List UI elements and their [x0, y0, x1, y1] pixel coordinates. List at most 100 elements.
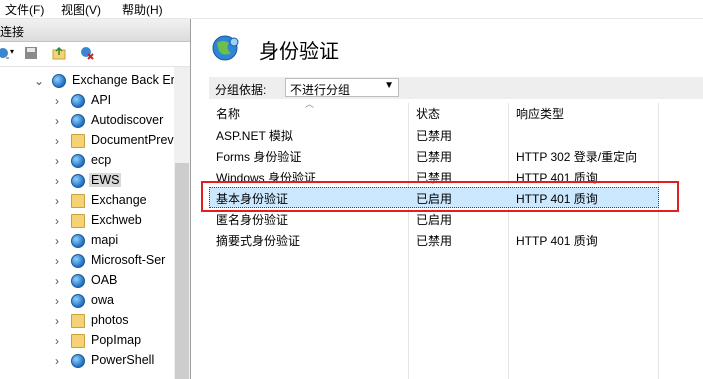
folder-icon	[71, 334, 85, 348]
tree-scrollbar[interactable]	[174, 67, 190, 379]
tree-item-label: Microsoft-Ser	[91, 253, 166, 267]
tree-item-owa[interactable]: › owa	[0, 291, 174, 311]
dropdown-caret-icon: ▼	[384, 80, 394, 91]
folder-icon	[71, 134, 85, 148]
expand-chevron-icon[interactable]: ›	[51, 334, 63, 348]
tree-item-powershell[interactable]: › PowerShell	[0, 351, 174, 371]
tree-item-photos[interactable]: › photos	[0, 311, 174, 331]
connections-header: 连接	[0, 19, 190, 42]
folder-icon	[71, 314, 85, 328]
expand-chevron-icon[interactable]: ›	[51, 94, 63, 108]
menu-view[interactable]: 视图(V)	[61, 1, 101, 18]
tree-item-exchweb[interactable]: › Exchweb	[0, 211, 174, 231]
menu-file[interactable]: 文件(F)	[5, 1, 44, 18]
column-header-name[interactable]: 名称	[216, 105, 240, 122]
globe-icon	[71, 234, 85, 248]
tree-item-api[interactable]: › API	[0, 91, 174, 111]
connections-title: 连接	[0, 25, 25, 39]
globe-icon	[71, 154, 85, 168]
tree-item-ews[interactable]: › EWS	[0, 171, 174, 191]
connections-pane: 连接 ▾ ⌄ Exchange Back Er › API › Autodisc…	[0, 19, 191, 379]
tree-item-microsoft-server[interactable]: › Microsoft-Ser	[0, 251, 174, 271]
globe-icon	[71, 274, 85, 288]
tree-item-label: API	[91, 93, 112, 107]
globe-icon	[71, 174, 85, 188]
tree-item-label: Exchange	[91, 193, 147, 207]
globe-icon	[71, 294, 85, 308]
group-by-dropdown[interactable]: 不进行分组 ▼	[285, 78, 399, 97]
connect-icon[interactable]	[0, 46, 10, 60]
tree-item-root[interactable]: ⌄ Exchange Back Er	[0, 71, 175, 91]
tree-item-label: Exchange Back Er	[72, 73, 175, 87]
column-header-response[interactable]: 响应类型	[516, 105, 564, 122]
tree-item-label: ecp	[91, 153, 112, 167]
sort-ascending-icon: ︿	[305, 99, 315, 109]
cell-status: 已禁用	[416, 129, 453, 143]
highlight-annotation-box	[201, 181, 679, 212]
table-row[interactable]: Forms 身份验证 已禁用 HTTP 302 登录/重定向	[209, 145, 659, 166]
expand-chevron-icon[interactable]: ›	[51, 134, 63, 148]
table-row[interactable]: ASP.NET 模拟 已禁用	[209, 124, 659, 145]
expand-chevron-icon[interactable]: ›	[51, 174, 63, 188]
disconnect-icon[interactable]	[80, 46, 94, 60]
cell-name: ASP.NET 模拟	[216, 129, 293, 143]
cell-name: 摘要式身份验证	[216, 234, 301, 248]
connect-dropdown-icon[interactable]: ▾	[10, 47, 14, 56]
group-by-bar: 分组依据: 不进行分组 ▼	[209, 77, 703, 99]
collapse-chevron-icon[interactable]: ⌄	[33, 74, 45, 88]
expand-chevron-icon[interactable]: ›	[51, 194, 63, 208]
globe-icon	[71, 354, 85, 368]
column-header-status[interactable]: 状态	[416, 105, 440, 122]
globe-icon	[71, 254, 85, 268]
tree-item-mapi[interactable]: › mapi	[0, 231, 174, 251]
expand-chevron-icon[interactable]: ›	[51, 154, 63, 168]
connections-toolbar: ▾	[0, 42, 190, 67]
tree-item-popimap[interactable]: › PopImap	[0, 331, 174, 351]
globe-icon	[71, 114, 85, 128]
menu-help[interactable]: 帮助(H)	[122, 1, 163, 18]
tree-item-label: EWS	[89, 173, 122, 187]
cell-response: HTTP 401 质询	[516, 234, 598, 248]
up-folder-icon[interactable]	[52, 46, 66, 60]
group-by-label: 分组依据:	[215, 83, 267, 97]
tree-item-label: owa	[91, 293, 114, 307]
authentication-globe-icon	[211, 33, 241, 63]
expand-chevron-icon[interactable]: ›	[51, 114, 63, 128]
table-row[interactable]: 摘要式身份验证 已禁用 HTTP 401 质询	[209, 229, 659, 250]
tree-item-label: DocumentPrev	[91, 133, 174, 147]
tree-item-label: PowerShell	[91, 353, 155, 367]
cell-status: 已禁用	[416, 234, 453, 248]
folder-icon	[71, 214, 85, 228]
cell-name: Forms 身份验证	[216, 150, 302, 164]
tree-item-label: Autodiscover	[91, 113, 164, 127]
tree-item-ecp[interactable]: › ecp	[0, 151, 174, 171]
cell-response: HTTP 302 登录/重定向	[516, 150, 638, 164]
tree-item-oab[interactable]: › OAB	[0, 271, 174, 291]
expand-chevron-icon[interactable]: ›	[51, 214, 63, 228]
tree-item-autodiscover[interactable]: › Autodiscover	[0, 111, 174, 131]
tree-item-label: photos	[91, 313, 129, 327]
expand-chevron-icon[interactable]: ›	[51, 274, 63, 288]
expand-chevron-icon[interactable]: ›	[51, 234, 63, 248]
globe-icon	[71, 94, 85, 108]
expand-chevron-icon[interactable]: ›	[51, 254, 63, 268]
tree-item-label: Exchweb	[91, 213, 142, 227]
globe-icon	[52, 74, 66, 88]
folder-icon	[71, 194, 85, 208]
cell-status: 已禁用	[416, 150, 453, 164]
expand-chevron-icon[interactable]: ›	[51, 294, 63, 308]
tree-item-label: OAB	[91, 273, 118, 287]
authentication-list: ︿ 名称 状态 响应类型 ASP.NET 模拟 已禁用 Forms 身份验证 已…	[209, 99, 659, 379]
group-by-value: 不进行分组	[290, 83, 351, 97]
tree-item-exchange[interactable]: › Exchange	[0, 191, 174, 211]
cell-status: 已启用	[416, 213, 453, 227]
page-title: 身份验证	[259, 41, 339, 63]
save-icon[interactable]	[24, 46, 38, 60]
tree-scrollbar-thumb[interactable]	[175, 163, 189, 379]
cell-name: 匿名身份验证	[216, 213, 289, 227]
menu-bar: 文件(F) 视图(V) 帮助(H)	[0, 0, 703, 19]
expand-chevron-icon[interactable]: ›	[51, 314, 63, 328]
expand-chevron-icon[interactable]: ›	[51, 354, 63, 368]
tree-item-documentprev[interactable]: › DocumentPrev	[0, 131, 174, 151]
tree-item-label: mapi	[91, 233, 119, 247]
